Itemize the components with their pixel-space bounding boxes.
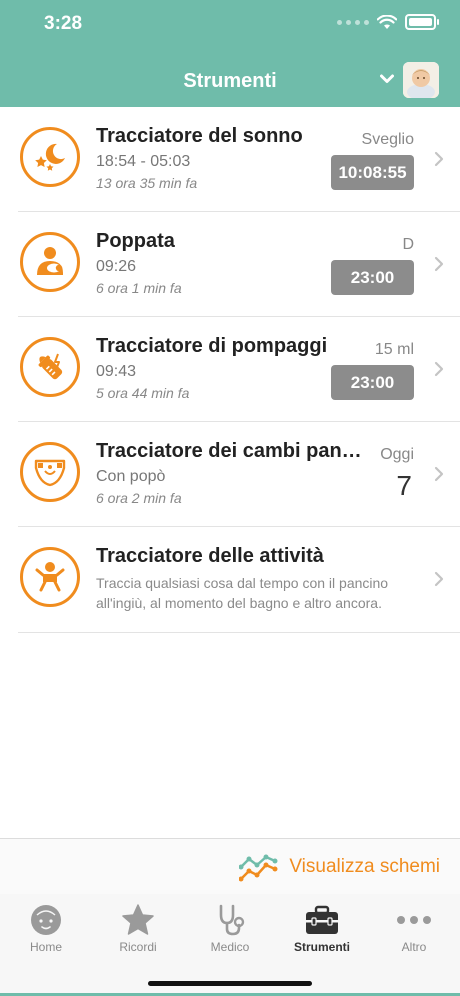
tracker-title: Tracciatore dei cambi pan… xyxy=(96,440,362,462)
battery-icon xyxy=(405,14,439,30)
list-item-activity-tracker[interactable]: Tracciatore delle attività Traccia quals… xyxy=(18,527,460,633)
tab-label: Medico xyxy=(210,940,250,954)
baby-bottle-icon xyxy=(20,337,80,397)
more-dots-icon xyxy=(397,916,431,924)
tab-home[interactable]: Home xyxy=(0,902,92,954)
tracker-elapsed: 6 ora 2 min fa xyxy=(96,490,182,506)
baby-face-icon xyxy=(31,905,61,935)
tracker-elapsed: 5 ora 44 min fa xyxy=(96,385,190,401)
tab-label: Ricordi xyxy=(119,940,157,954)
status-icons xyxy=(337,14,439,30)
tools-list: Tracciatore del sonno 18:54 - 05:03 13 o… xyxy=(0,107,460,633)
line-chart-icon xyxy=(239,854,278,882)
tracker-elapsed: 13 ora 35 min fa xyxy=(96,175,198,191)
list-item-sleep-tracker[interactable]: Tracciatore del sonno 18:54 - 05:03 13 o… xyxy=(18,107,460,212)
tracker-time: 09:26 xyxy=(96,258,137,275)
tracker-description: Traccia qualsiasi cosa dal tempo con il … xyxy=(96,575,389,611)
tracker-elapsed: 6 ora 1 min fa xyxy=(96,280,182,296)
view-charts-label: Visualizza schemi xyxy=(289,856,440,877)
tab-label: Home xyxy=(29,940,62,954)
tab-label: Strumenti xyxy=(293,940,350,954)
chevron-right-icon xyxy=(434,361,444,377)
tracker-timer: 23:00 xyxy=(331,260,414,295)
tracker-side: D xyxy=(402,236,414,253)
star-icon xyxy=(122,904,154,935)
tracker-title: Tracciatore del sonno xyxy=(96,125,303,147)
chevron-right-icon xyxy=(434,256,444,272)
tracker-count: 7 xyxy=(396,470,412,501)
tracker-amount: 15 ml xyxy=(374,341,414,358)
chevron-down-icon[interactable] xyxy=(380,74,394,84)
tab-memories[interactable]: Ricordi xyxy=(92,902,184,954)
home-indicator xyxy=(148,981,312,986)
tracker-title: Tracciatore di pompaggi xyxy=(96,335,328,357)
avatar[interactable] xyxy=(403,62,439,98)
charts-bar: Visualizza schemi xyxy=(0,838,460,895)
list-item-pumping-tracker[interactable]: Tracciatore di pompaggi 09:43 5 ora 44 m… xyxy=(18,317,460,422)
list-item-feeding-tracker[interactable]: Poppata 09:26 6 ora 1 min fa D 23:00 xyxy=(18,212,460,317)
tracker-time: 09:43 xyxy=(96,363,137,380)
tracker-period: Oggi xyxy=(380,446,414,463)
chevron-right-icon xyxy=(434,151,444,167)
tracker-title: Tracciatore delle attività xyxy=(96,545,324,567)
status-time: 3:28 xyxy=(44,13,83,34)
cellular-signal-icon xyxy=(337,19,369,25)
tab-more[interactable]: Altro xyxy=(368,902,460,954)
wifi-icon xyxy=(377,14,397,29)
tracker-type: Con popò xyxy=(96,468,166,485)
breastfeeding-icon xyxy=(20,232,80,292)
chevron-right-icon xyxy=(434,466,444,482)
list-item-diaper-tracker[interactable]: Tracciatore dei cambi pan… Con popò 6 or… xyxy=(18,422,460,527)
baby-activity-icon xyxy=(20,547,80,607)
toolbox-icon xyxy=(306,905,338,934)
tracker-title: Poppata xyxy=(96,230,175,252)
tracker-timer: 23:00 xyxy=(331,365,414,400)
tab-doctor[interactable]: Medico xyxy=(184,902,276,954)
tab-tools[interactable]: Strumenti xyxy=(276,902,368,954)
view-charts-button[interactable]: Visualizza schemi xyxy=(239,851,440,883)
chevron-right-icon xyxy=(434,571,444,587)
tracker-status: Sveglio xyxy=(361,131,414,148)
diaper-icon xyxy=(20,442,80,502)
header-bar: 3:28 Strumenti xyxy=(0,0,460,107)
tracker-time-range: 18:54 - 05:03 xyxy=(96,153,191,170)
sleep-moon-stars-icon xyxy=(20,127,80,187)
tracker-timer: 10:08:55 xyxy=(331,155,414,190)
tab-label: Altro xyxy=(401,940,427,954)
stethoscope-icon xyxy=(219,904,245,936)
